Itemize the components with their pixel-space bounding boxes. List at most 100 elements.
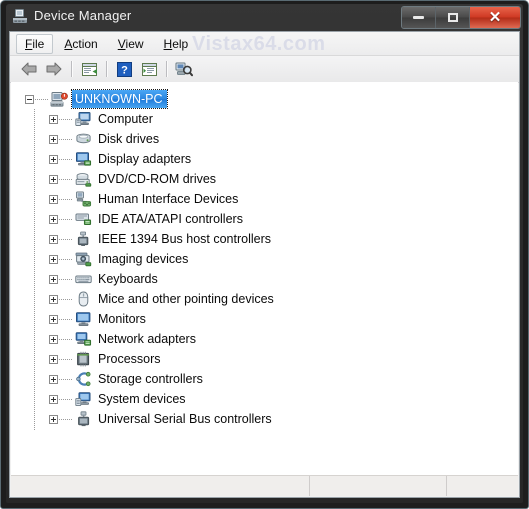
disk-drive-icon: [74, 131, 92, 148]
svg-text:?: ?: [121, 64, 128, 76]
tree-node-imaging-devices[interactable]: Imaging devices: [11, 249, 518, 269]
tree-connector: [59, 258, 72, 260]
display-adapter-icon: [74, 151, 92, 168]
client-area: File Action View Help Vistax64.com ? UNK…: [9, 31, 520, 498]
root-collapse-expander[interactable]: [25, 94, 34, 104]
title-bar[interactable]: Device Manager ✕: [6, 4, 523, 31]
window-title: Device Manager: [34, 8, 132, 23]
tree-connector: [59, 338, 72, 340]
expander-storage-controllers[interactable]: [49, 374, 58, 384]
tree-node-mice-label: Mice and other pointing devices: [98, 292, 274, 306]
tree-node-system-devices[interactable]: System devices: [11, 389, 518, 409]
status-bar: [11, 475, 518, 496]
tree-node-mice[interactable]: Mice and other pointing devices: [11, 289, 518, 309]
tree-connector: [59, 298, 72, 300]
tree-node-disk-drives[interactable]: Disk drives: [11, 129, 518, 149]
tree-node-storage-controllers-label: Storage controllers: [98, 372, 203, 386]
tree-connector: [59, 278, 72, 280]
menu-view[interactable]: View: [109, 34, 153, 54]
usb-controller-icon: [74, 411, 92, 428]
close-button[interactable]: ✕: [470, 7, 520, 28]
separator-3: [166, 61, 168, 77]
tree-node-display-adapters[interactable]: Display adapters: [11, 149, 518, 169]
status-pane-1: [11, 476, 310, 496]
expander-mice[interactable]: [49, 294, 58, 304]
ide-controller-icon: [74, 211, 92, 228]
tree-node-human-interface-devices[interactable]: Human Interface Devices: [11, 189, 518, 209]
expander-computer[interactable]: [49, 114, 58, 124]
forward-button[interactable]: [43, 58, 65, 80]
device-tree: UNKNOWN-PC Computer Disk drives Display …: [11, 83, 518, 431]
tree-node-monitors[interactable]: Monitors: [11, 309, 518, 329]
menu-view-label: iew: [125, 36, 144, 51]
tree-node-usb-controllers[interactable]: Universal Serial Bus controllers: [11, 409, 518, 429]
tree-node-root-label: UNKNOWN-PC: [75, 92, 163, 106]
tree-node-ide-controllers-label: IDE ATA/ATAPI controllers: [98, 212, 243, 226]
device-tree-pane[interactable]: UNKNOWN-PC Computer Disk drives Display …: [11, 82, 518, 477]
tree-node-ide-controllers[interactable]: IDE ATA/ATAPI controllers: [11, 209, 518, 229]
expander-imaging-devices[interactable]: [49, 254, 58, 264]
expander-ide-controllers[interactable]: [49, 214, 58, 224]
back-button[interactable]: [18, 58, 40, 80]
expander-keyboards[interactable]: [49, 274, 58, 284]
tree-node-network-adapters[interactable]: Network adapters: [11, 329, 518, 349]
expander-usb-controllers[interactable]: [49, 414, 58, 424]
tree-node-ieee1394[interactable]: IEEE 1394 Bus host controllers: [11, 229, 518, 249]
tree-node-dvd-cdrom-drives[interactable]: DVD/CD-ROM drives: [11, 169, 518, 189]
device-manager-icon: [11, 8, 29, 26]
network-adapter-icon: [74, 331, 92, 348]
expander-human-interface-devices[interactable]: [49, 194, 58, 204]
show-hidden-devices-button[interactable]: [138, 58, 160, 80]
menu-bar: File Action View Help Vistax64.com: [10, 32, 519, 56]
expander-display-adapters[interactable]: [49, 154, 58, 164]
ieee1394-icon: [74, 231, 92, 248]
tree-node-keyboards[interactable]: Keyboards: [11, 269, 518, 289]
expander-dvd-cdrom-drives[interactable]: [49, 174, 58, 184]
help-button[interactable]: ?: [113, 58, 135, 80]
hid-icon: [74, 191, 92, 208]
window-inner-frame: Device Manager ✕ File Action View Help V…: [6, 4, 523, 503]
site-watermark: Vistax64.com: [192, 33, 326, 55]
menu-help[interactable]: Help: [155, 34, 198, 54]
tree-connector: [59, 358, 72, 360]
separator-2: [106, 61, 108, 77]
scan-hardware-changes-button[interactable]: [173, 58, 195, 80]
tree-node-disk-drives-label: Disk drives: [98, 132, 160, 146]
expander-ieee1394[interactable]: [49, 234, 58, 244]
tree-connector: [59, 198, 72, 200]
status-pane-3-text: [447, 476, 518, 482]
tree-connector: [59, 318, 72, 320]
expander-disk-drives[interactable]: [49, 134, 58, 144]
menu-file-label: ile: [32, 36, 45, 51]
toolbar: ?: [10, 56, 519, 83]
status-pane-3: [447, 476, 518, 496]
tree-node-processors[interactable]: Processors: [11, 349, 518, 369]
tree-node-human-interface-devices-label: Human Interface Devices: [98, 192, 239, 206]
tree-node-usb-controllers-label: Universal Serial Bus controllers: [98, 412, 272, 426]
minimize-button[interactable]: [402, 7, 436, 28]
dvd-cdrom-icon: [74, 171, 92, 188]
expander-processors[interactable]: [49, 354, 58, 364]
menu-help-label: elp: [172, 36, 189, 51]
tree-node-computer-label: Computer: [98, 112, 153, 126]
tree-node-root[interactable]: UNKNOWN-PC: [11, 89, 518, 109]
expander-system-devices[interactable]: [49, 394, 58, 404]
tree-node-dvd-cdrom-drives-label: DVD/CD-ROM drives: [98, 172, 217, 186]
tree-connector: [59, 398, 72, 400]
menu-action[interactable]: Action: [55, 34, 106, 54]
tree-node-monitors-label: Monitors: [98, 312, 146, 326]
device-manager-window: Device Manager ✕ File Action View Help V…: [0, 0, 529, 509]
menu-action-label: ction: [72, 36, 98, 51]
tree-node-computer[interactable]: Computer: [11, 109, 518, 129]
expander-monitors[interactable]: [49, 314, 58, 324]
tree-node-network-adapters-label: Network adapters: [98, 332, 196, 346]
maximize-button[interactable]: [436, 7, 470, 28]
tree-connector: [59, 118, 72, 120]
menu-file[interactable]: File: [16, 33, 54, 54]
tree-node-storage-controllers[interactable]: Storage controllers: [11, 369, 518, 389]
system-device-icon: [74, 391, 92, 408]
properties-button[interactable]: [78, 58, 100, 80]
tree-connector: [59, 138, 72, 140]
tree-connector: [59, 158, 72, 160]
expander-network-adapters[interactable]: [49, 334, 58, 344]
